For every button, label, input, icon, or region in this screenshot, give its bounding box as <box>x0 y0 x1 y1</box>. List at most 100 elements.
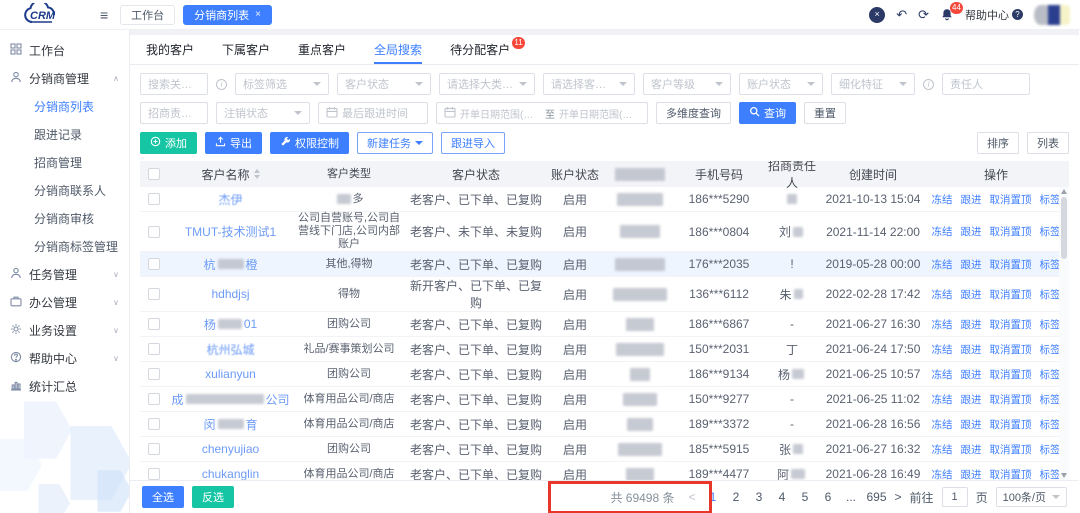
window-tab-0[interactable]: 工作台 <box>120 5 175 25</box>
row-action-2[interactable]: 取消置顶 <box>990 467 1032 481</box>
row-checkbox[interactable] <box>148 368 160 380</box>
scroll-up-icon[interactable] <box>1061 189 1067 194</box>
window-tab-1[interactable]: 分销商列表× <box>183 5 272 25</box>
row-action-1[interactable]: 跟进 <box>961 392 982 407</box>
row-action-2[interactable]: 取消置顶 <box>990 442 1032 457</box>
row-action-3[interactable]: 标签 <box>1040 392 1061 407</box>
row-action-3[interactable]: 标签 <box>1040 224 1061 239</box>
row-action-3[interactable]: 标签 <box>1040 467 1061 481</box>
row-action-2[interactable]: 取消置顶 <box>990 257 1032 272</box>
sidebar-item-10[interactable]: 业务设置∨ <box>0 316 129 344</box>
scrollbar-thumb[interactable] <box>1061 197 1067 259</box>
row-action-3[interactable]: 标签 <box>1040 287 1061 302</box>
row-action-2[interactable]: 取消置顶 <box>990 417 1032 432</box>
customer-name-cell[interactable]: chenyujiao <box>168 442 293 456</box>
vertical-scrollbar[interactable] <box>1059 187 1069 480</box>
filter-select-r1-4[interactable]: 请选择客户类型 <box>543 73 635 95</box>
page-size-select[interactable]: 100条/页 <box>996 487 1067 507</box>
bell-icon[interactable]: 44 <box>940 8 954 22</box>
row-action-1[interactable]: 跟进 <box>961 257 982 272</box>
row-action-1[interactable]: 跟进 <box>961 224 982 239</box>
page-number-695[interactable]: 695 <box>867 490 887 504</box>
row-checkbox[interactable] <box>148 318 160 330</box>
next-page-arrow[interactable]: > <box>895 490 902 504</box>
menu-toggle-icon[interactable]: ≡ <box>100 7 108 23</box>
filter-select-r1-7[interactable]: 细化特征 <box>831 73 915 95</box>
customer-name-cell[interactable]: TMUT-技术测试1 <box>168 223 293 240</box>
user-avatar[interactable] <box>1034 5 1070 25</box>
filter-select-r1-1[interactable]: 标签筛选 <box>235 73 329 95</box>
sidebar-item-0[interactable]: 工作台 <box>0 36 129 64</box>
tab-3[interactable]: 全局搜索 <box>374 35 422 64</box>
row-action-2[interactable]: 取消置顶 <box>990 192 1032 207</box>
row-action-2[interactable]: 取消置顶 <box>990 317 1032 332</box>
row-action-3[interactable]: 标签 <box>1040 342 1061 357</box>
row-action-2[interactable]: 取消置顶 <box>990 367 1032 382</box>
sidebar-item-3[interactable]: 跟进记录 <box>0 120 129 148</box>
refresh-icon[interactable]: ⟳ <box>918 8 929 21</box>
filter-select-r2-1[interactable]: 注销状态 <box>216 102 310 124</box>
query-button-0[interactable]: 多维度查询 <box>656 102 731 124</box>
action-button-2[interactable]: 权限控制 <box>270 132 349 154</box>
action-button-1[interactable]: 导出 <box>205 132 262 154</box>
customer-name-cell[interactable]: chukanglin <box>168 467 293 480</box>
row-checkbox[interactable] <box>148 443 160 455</box>
row-action-3[interactable]: 标签 <box>1040 317 1061 332</box>
row-action-1[interactable]: 跟进 <box>961 342 982 357</box>
row-checkbox[interactable] <box>148 258 160 270</box>
page-number-4[interactable]: 4 <box>775 490 790 504</box>
customer-name-cell[interactable]: xulianyun <box>168 367 293 381</box>
row-action-3[interactable]: 标签 <box>1040 257 1061 272</box>
row-action-1[interactable]: 跟进 <box>961 442 982 457</box>
sidebar-item-12[interactable]: 统计汇总 <box>0 372 129 400</box>
row-action-0[interactable]: 冻结 <box>932 367 953 382</box>
page-number-1[interactable]: 1 <box>706 490 721 504</box>
row-checkbox[interactable] <box>148 226 160 238</box>
goto-page-input[interactable] <box>942 487 968 507</box>
row-action-0[interactable]: 冻结 <box>932 192 953 207</box>
filter-select-r1-5[interactable]: 客户等级 <box>643 73 731 95</box>
sidebar-item-2[interactable]: 分销商列表 <box>0 92 129 120</box>
select-all-checkbox[interactable] <box>148 168 160 180</box>
view-button-1[interactable]: 列表 <box>1027 132 1069 154</box>
row-action-3[interactable]: 标签 <box>1040 367 1061 382</box>
row-checkbox[interactable] <box>148 288 160 300</box>
page-number-3[interactable]: 3 <box>752 490 767 504</box>
row-action-0[interactable]: 冻结 <box>932 392 953 407</box>
customer-name-cell[interactable]: 杨01 <box>168 316 293 333</box>
action-button-4[interactable]: 跟进导入 <box>441 132 505 154</box>
row-action-0[interactable]: 冻结 <box>932 467 953 481</box>
customer-name-cell[interactable]: 成公司 <box>168 391 293 408</box>
row-action-0[interactable]: 冻结 <box>932 442 953 457</box>
row-action-2[interactable]: 取消置顶 <box>990 392 1032 407</box>
sidebar-item-8[interactable]: 任务管理∨ <box>0 260 129 288</box>
row-checkbox[interactable] <box>148 468 160 480</box>
tab-4[interactable]: 待分配客户11 <box>450 35 510 64</box>
filter-input-r1-0[interactable]: 搜索关键词 <box>140 73 208 95</box>
query-button-1[interactable]: 查询 <box>739 102 796 124</box>
customer-name-cell[interactable]: 杭橙 <box>168 256 293 273</box>
page-number-6[interactable]: 6 <box>821 490 836 504</box>
row-action-2[interactable]: 取消置顶 <box>990 224 1032 239</box>
close-tab-icon[interactable]: × <box>255 9 261 20</box>
tab-1[interactable]: 下属客户 <box>222 35 270 64</box>
customer-name-cell[interactable]: hdhdjsj <box>168 287 293 301</box>
customer-name-cell[interactable]: 闵育 <box>168 416 293 433</box>
row-checkbox[interactable] <box>148 418 160 430</box>
row-action-0[interactable]: 冻结 <box>932 342 953 357</box>
action-button-0[interactable]: 添加 <box>140 132 197 154</box>
row-action-1[interactable]: 跟进 <box>961 192 982 207</box>
filter-date-r2-2[interactable]: 最后跟进时间 <box>318 102 428 124</box>
help-center-link[interactable]: 帮助中心 ? <box>965 7 1023 23</box>
prev-page-arrow[interactable]: < <box>688 490 695 504</box>
customer-name-cell[interactable]: 杰伊 <box>168 191 293 208</box>
filter-select-r1-6[interactable]: 账户状态 <box>739 73 823 95</box>
action-button-3[interactable]: 新建任务 <box>357 132 433 154</box>
row-action-1[interactable]: 跟进 <box>961 367 982 382</box>
sidebar-item-7[interactable]: 分销商标签管理 <box>0 232 129 260</box>
query-button-2[interactable]: 重置 <box>804 102 846 124</box>
view-button-0[interactable]: 排序 <box>977 132 1019 154</box>
page-number-5[interactable]: 5 <box>798 490 813 504</box>
row-action-3[interactable]: 标签 <box>1040 442 1061 457</box>
invert-select-button[interactable]: 反选 <box>192 486 234 508</box>
